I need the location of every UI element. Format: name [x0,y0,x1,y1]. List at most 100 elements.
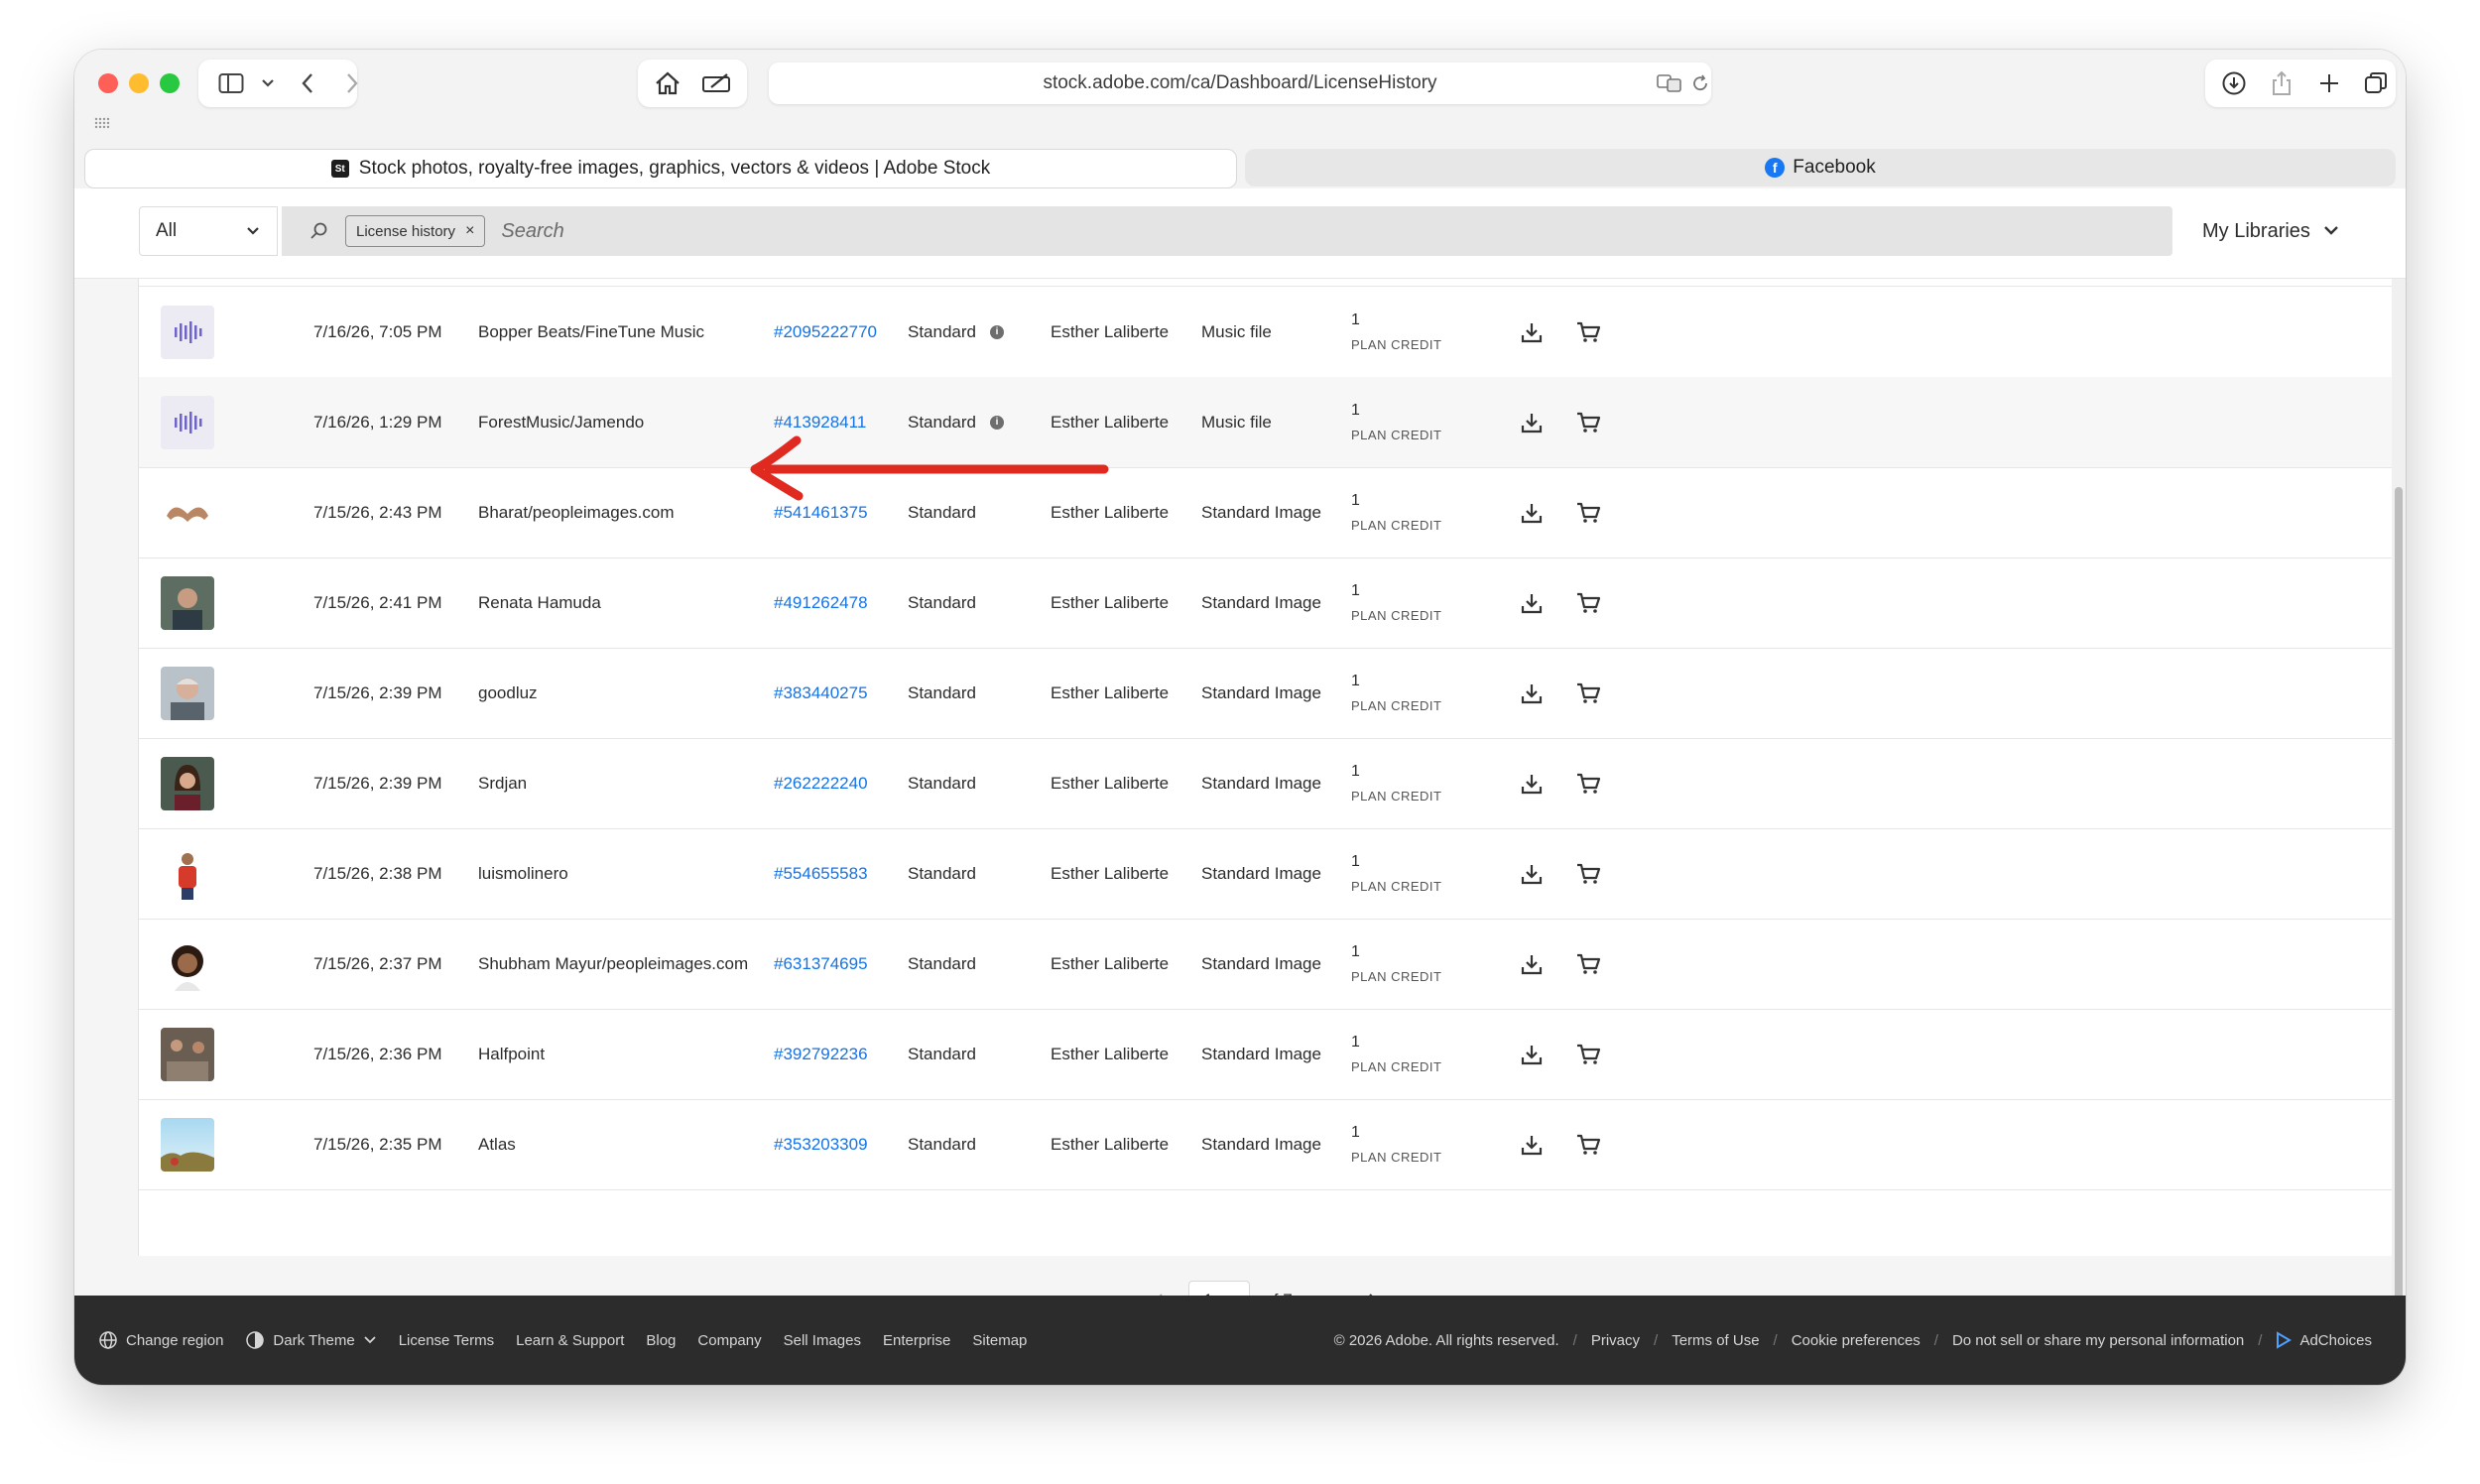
info-icon[interactable]: i [990,415,1004,430]
smiling-woman-photo[interactable] [161,936,214,991]
table-row[interactable]: 7/15/26, 2:43 PM Bharat/peopleimages.com #… [139,467,2393,558]
audio-waveform-icon[interactable] [161,395,214,449]
footer-link[interactable]: Sitemap [972,1332,1027,1349]
woman-portrait-photo[interactable] [161,756,214,810]
asset-thumbnail-cell[interactable] [161,1099,214,1189]
home-icon[interactable] [645,63,690,103]
asset-thumbnail-cell[interactable] [161,287,214,377]
close-window-button[interactable] [98,73,118,93]
footer-link[interactable]: Sell Images [784,1332,861,1349]
download-icon[interactable] [1520,828,1544,919]
asset-type-filter[interactable]: All [139,206,278,256]
asset-thumbnail-cell[interactable] [161,919,214,1009]
table-row[interactable]: 7/15/26, 2:39 PM Srdjan #262222240 Standard… [139,738,2393,829]
asset-id-link[interactable]: #491262478 [774,557,868,648]
asset-id-link[interactable]: #554655583 [774,828,868,919]
scrollbar-thumb[interactable] [2395,487,2403,1300]
download-icon[interactable] [1520,738,1544,828]
zoom-window-button[interactable] [160,73,180,93]
change-region-link[interactable]: Change region [98,1330,223,1350]
asset-id-link[interactable]: #353203309 [774,1099,868,1189]
license-history-chip[interactable]: License history × [345,215,486,247]
search-input[interactable]: Search [501,220,563,243]
person-red-shirt-photo[interactable] [161,846,214,901]
footer-link[interactable]: Blog [646,1332,676,1349]
download-icon[interactable] [1520,557,1544,648]
download-icon[interactable] [1520,1009,1544,1099]
footer-link[interactable]: Privacy [1591,1332,1640,1349]
download-icon[interactable] [1520,1099,1544,1189]
asset-id-link[interactable]: #383440275 [774,648,868,738]
my-libraries-button[interactable]: My Libraries [2202,206,2340,256]
page-scrollbar[interactable] [2392,279,2406,1345]
add-to-cart-icon[interactable] [1575,919,1601,1009]
new-tab-icon[interactable] [2309,63,2349,103]
download-icon[interactable] [1520,648,1544,738]
table-row[interactable]: 7/16/26, 7:05 PM Bopper Beats/FineTune Mu… [139,287,2393,378]
table-row[interactable]: 7/16/26, 1:29 PM ForestMusic/Jamendo #4139… [139,377,2393,468]
footer-link[interactable]: Company [697,1332,761,1349]
close-icon[interactable]: × [465,222,474,240]
asset-id-link[interactable]: #2095222770 [774,287,877,377]
asset-thumbnail-cell[interactable] [161,828,214,919]
asset-id-link[interactable]: #392792236 [774,1009,868,1099]
asset-thumbnail-cell[interactable] [161,377,214,467]
address-bar[interactable]: stock.adobe.com/ca/Dashboard/LicenseHist… [769,62,1711,104]
reload-icon[interactable] [1685,63,1715,103]
heart-hands-photo[interactable] [161,485,214,540]
downloads-icon[interactable] [2214,63,2254,103]
sky-landscape-photo[interactable] [161,1117,214,1172]
download-icon[interactable] [1520,287,1544,377]
add-to-cart-icon[interactable] [1575,828,1601,919]
search-field[interactable]: License history × Search [282,206,2172,256]
asset-id-link[interactable]: #631374695 [774,919,868,1009]
download-icon[interactable] [1520,377,1544,467]
add-to-cart-icon[interactable] [1575,648,1601,738]
asset-id-link[interactable]: #262222240 [774,738,868,828]
asset-thumbnail-cell[interactable] [161,557,214,648]
older-man-photo[interactable] [161,666,214,720]
man-portrait-photo[interactable] [161,575,214,630]
table-row[interactable]: 7/15/26, 2:39 PM goodluz #383440275 Standar… [139,648,2393,739]
tab-adobe-stock[interactable]: St Stock photos, royalty-free images, gr… [84,149,1237,188]
footer-link[interactable]: Enterprise [883,1332,950,1349]
add-to-cart-icon[interactable] [1575,467,1601,557]
forward-icon[interactable] [337,63,367,103]
tab-facebook[interactable]: f Facebook [1245,149,2396,186]
tab-overview-grid-icon[interactable] [92,113,112,133]
add-to-cart-icon[interactable] [1575,1099,1601,1189]
annotate-icon[interactable] [694,63,740,103]
info-icon[interactable]: i [990,324,1004,339]
asset-thumbnail-cell[interactable] [161,467,214,557]
download-icon[interactable] [1520,919,1544,1009]
audio-waveform-icon[interactable] [161,305,214,359]
add-to-cart-icon[interactable] [1575,738,1601,828]
footer-link[interactable]: License Terms [399,1332,494,1349]
asset-thumbnail-cell[interactable] [161,648,214,738]
tab-overview-icon[interactable] [2356,63,2396,103]
add-to-cart-icon[interactable] [1575,377,1601,467]
back-icon[interactable] [293,63,322,103]
sidebar-toggle-icon[interactable] [211,63,251,103]
minimize-window-button[interactable] [129,73,149,93]
asset-thumbnail-cell[interactable] [161,1009,214,1099]
chevron-down-icon[interactable] [253,63,283,103]
asset-thumbnail-cell[interactable] [161,738,214,828]
add-to-cart-icon[interactable] [1575,1009,1601,1099]
translate-icon[interactable] [1652,63,1687,103]
table-row[interactable]: 7/15/26, 2:35 PM Atlas #353203309 Standard E… [139,1099,2393,1190]
footer-link[interactable]: Cookie preferences [1792,1332,1921,1349]
add-to-cart-icon[interactable] [1575,287,1601,377]
dark-theme-toggle[interactable]: Dark Theme [245,1330,376,1350]
footer-link[interactable]: Terms of Use [1672,1332,1759,1349]
footer-link[interactable]: AdChoices [2276,1331,2372,1349]
people-meeting-photo[interactable] [161,1027,214,1081]
footer-link[interactable]: Learn & Support [516,1332,624,1349]
table-row[interactable]: 7/15/26, 2:41 PM Renata Hamuda #491262478 S… [139,557,2393,649]
table-row[interactable]: 7/15/26, 2:36 PM Halfpoint #392792236 Stand… [139,1009,2393,1100]
footer-link[interactable]: Do not sell or share my personal informa… [1952,1332,2244,1349]
add-to-cart-icon[interactable] [1575,557,1601,648]
table-row[interactable]: 7/15/26, 2:37 PM Shubham Mayur/peopleimag… [139,919,2393,1010]
table-row[interactable]: 7/15/26, 2:38 PM luismolinero #554655583 St… [139,828,2393,920]
download-icon[interactable] [1520,467,1544,557]
